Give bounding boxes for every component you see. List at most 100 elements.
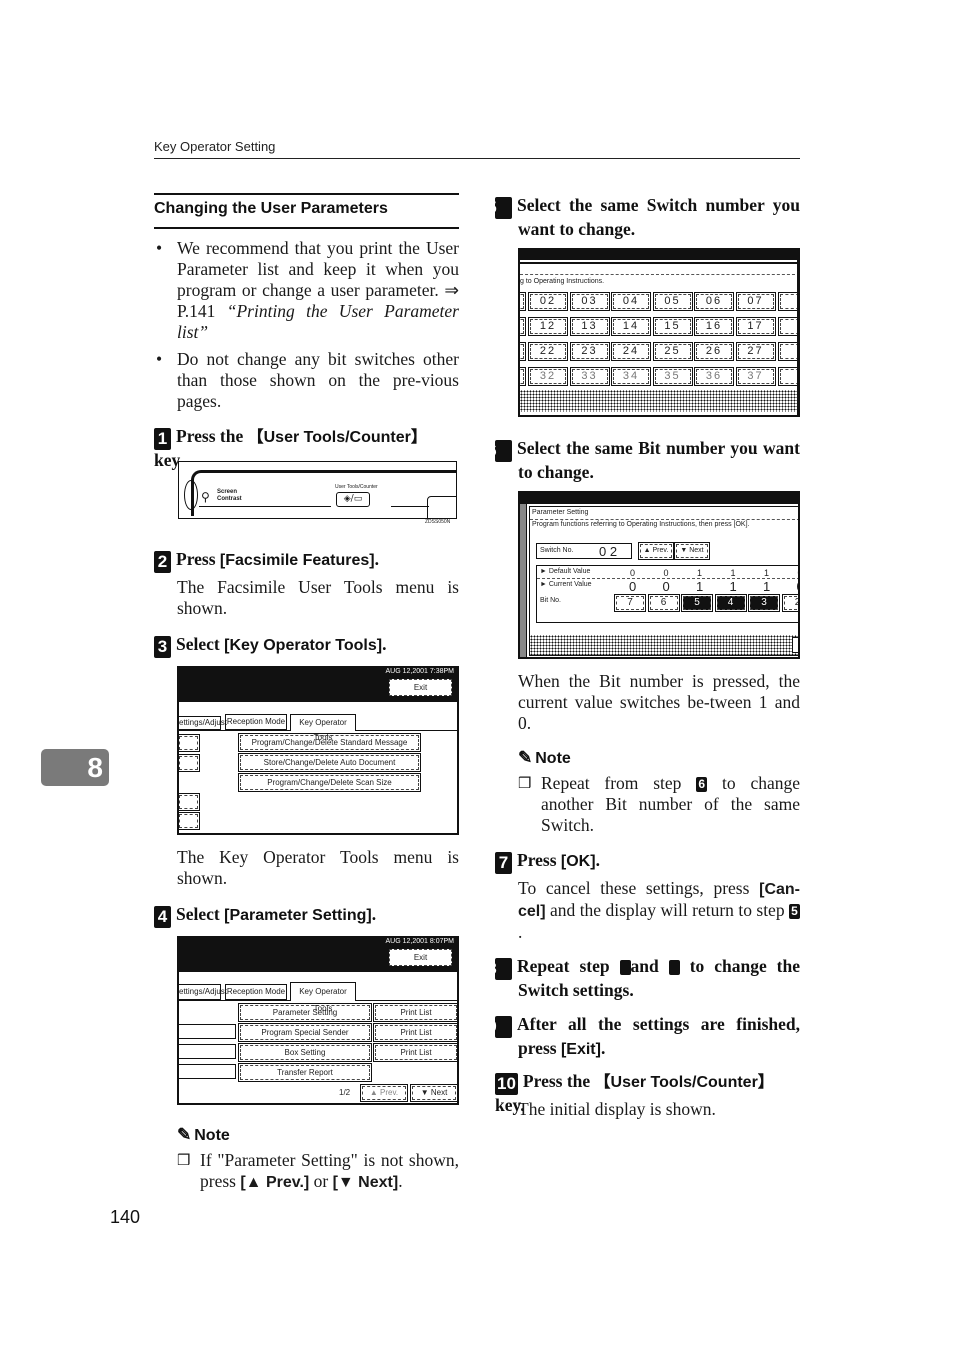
switch-number-button[interactable]: 35 [652, 367, 693, 386]
tab-reception-mode[interactable]: Reception Mode [225, 984, 287, 1000]
print-list-button[interactable]: Print List [373, 1023, 457, 1042]
dialog-title: Parameter Setting [532, 509, 589, 516]
bit-number-button[interactable]: 3 [748, 594, 780, 612]
prev-button[interactable]: ▲ Prev. [360, 1084, 408, 1102]
switch-button-partial[interactable] [520, 342, 526, 361]
switch-number-button[interactable]: 16 [694, 317, 734, 336]
switch-number-button[interactable]: 25 [652, 342, 693, 361]
current-value-cell: 1 [696, 579, 704, 594]
user-tools-counter-key[interactable]: ◈/▭ [336, 492, 370, 507]
default-value-cell: 0 [630, 568, 636, 578]
contrast-dial-icon[interactable] [184, 480, 198, 510]
bullet-item: • Do not change any bit switches other t… [154, 349, 459, 412]
tab-key-operator-tools[interactable]: Key Operator Tools [290, 982, 356, 1013]
exit-button[interactable]: Exit [387, 677, 454, 698]
switch-button-partial[interactable] [520, 367, 526, 386]
switch-number-button[interactable]: 33 [569, 367, 610, 386]
switch-number-button[interactable]: 06 [694, 292, 734, 311]
auto-document-button[interactable]: Store/Change/Delete Auto Document [238, 753, 421, 772]
print-list-button[interactable]: Print List [373, 1043, 457, 1062]
page-number: 140 [110, 1207, 141, 1227]
bit-number-button[interactable]: 7 [614, 594, 646, 612]
step-text: Press the [176, 426, 248, 446]
switch-number-button[interactable]: 14 [611, 317, 651, 336]
transfer-report-button[interactable]: Transfer Report [238, 1063, 372, 1082]
box-setting-button[interactable]: Box Setting [238, 1043, 372, 1062]
current-value-cell: 0 [797, 579, 799, 594]
tab-reception-mode[interactable]: Reception Mode [225, 714, 287, 730]
tab-settings-adjust[interactable]: ettings/Adjust [179, 984, 227, 1000]
default-value-cell: 1 [764, 568, 770, 578]
switch-number-button[interactable]: 34 [611, 367, 651, 386]
switch-number-button[interactable]: 03 [569, 292, 610, 311]
lcd-side-button[interactable] [179, 734, 200, 752]
next-button[interactable]: ▼ Next [674, 542, 710, 560]
print-list-button[interactable]: Print List [373, 1003, 457, 1022]
switch-number-button[interactable]: 22 [528, 342, 568, 361]
bit-number-button[interactable]: 4 [714, 594, 747, 612]
note-item: ❒ If "Parameter Setting" is not shown, p… [177, 1150, 459, 1191]
lcd-side-button[interactable] [179, 754, 200, 772]
panel-line [199, 506, 429, 507]
default-value-cell: 0 [798, 568, 799, 578]
pencil-icon: ✎ [177, 1125, 192, 1144]
ok-button-partial[interactable] [792, 637, 798, 653]
switch-number-button[interactable]: 32 [528, 367, 568, 386]
step-text: Select [176, 634, 225, 654]
lcd-screen-switch-select: g to Operating Instructions. 02 03 04 05 06 0… [518, 248, 800, 417]
step-ref-badge: 6 [696, 777, 708, 792]
step-number-badge: 7 [495, 852, 512, 874]
switch-number-button[interactable]: 37 [735, 367, 776, 386]
key-label: [OK] [560, 853, 596, 870]
note-heading: ✎ Note [177, 1125, 230, 1144]
switch-number-button[interactable]: 36 [694, 367, 734, 386]
program-special-sender-button[interactable]: Program Special Sender [238, 1023, 372, 1042]
switch-number-button[interactable]: 05 [652, 292, 693, 311]
exit-button[interactable]: Exit [387, 947, 454, 968]
user-tools-key-label: User Tools/Counter [335, 484, 378, 490]
lcd-side-button[interactable] [179, 793, 200, 811]
key-label: [▼ Next] [332, 1174, 399, 1191]
prev-button[interactable]: ▲ Prev. [638, 542, 674, 560]
switch-number-button[interactable]: 04 [611, 292, 651, 311]
bit-number-button[interactable]: 2 [781, 594, 798, 612]
bit-number-button[interactable]: 6 [647, 594, 680, 612]
switch-number-button[interactable]: 24 [611, 342, 651, 361]
tab-key-operator-tools[interactable]: Key Operator Tools [290, 714, 356, 742]
section-rule-top [154, 193, 459, 195]
next-button[interactable]: ▼ Next [410, 1084, 457, 1102]
lcd-left-field [179, 1024, 236, 1039]
figure-code: ZDSS050N [425, 519, 451, 525]
step-7: 7 Press [OK]. [495, 850, 800, 874]
current-value-cell: 1 [729, 579, 737, 594]
switch-number-button[interactable]: 23 [569, 342, 610, 361]
parameter-setting-button[interactable]: Parameter Setting [238, 1003, 372, 1022]
switch-number-button[interactable]: 02 [528, 292, 568, 311]
bullet-icon: • [156, 238, 163, 258]
step-number-badge: 1 [154, 428, 171, 450]
switch-number-button[interactable]: 27 [735, 342, 776, 361]
switch-button-partial[interactable] [520, 317, 526, 336]
switch-number-button[interactable]: 07 [735, 292, 776, 311]
bit-values-grid: 001110001110765432 [537, 566, 799, 622]
scan-size-button[interactable]: Program/Change/Delete Scan Size [238, 773, 421, 792]
dialog-divider [530, 519, 798, 520]
page-indicator: 1/2 [339, 1088, 351, 1097]
switch-button-partial[interactable] [520, 292, 526, 311]
tab-settings-adjust[interactable]: ettings/Adjust [179, 716, 227, 730]
current-value-cell: 1 [763, 579, 771, 594]
step-text: Select [176, 904, 225, 924]
step-number-badge: 6 [487, 440, 512, 462]
step-ref-badge: 5 [789, 904, 800, 919]
switch-number-button[interactable]: 13 [569, 317, 610, 336]
bit-number-button[interactable]: 5 [681, 594, 713, 612]
switch-number-button[interactable]: 15 [652, 317, 693, 336]
key-label: [Key Operator Tools] [224, 637, 383, 654]
switch-number-button[interactable]: 17 [735, 317, 776, 336]
step-6: 6 Select the same Bit number you want to … [487, 438, 800, 483]
switch-number-button[interactable]: 26 [694, 342, 734, 361]
key-label: 【User Tools/Counter】 [594, 1074, 774, 1091]
switch-number-button[interactable]: 12 [528, 317, 568, 336]
key-label: [Facsimile Features] [219, 552, 375, 569]
lcd-side-button[interactable] [179, 812, 200, 830]
